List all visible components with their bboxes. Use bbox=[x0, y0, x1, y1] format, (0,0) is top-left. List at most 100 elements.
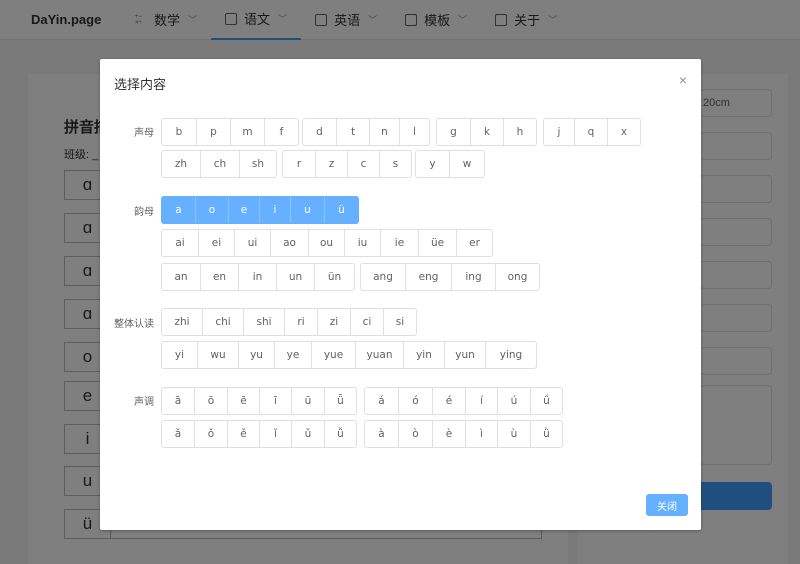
pinyin-button[interactable]: q bbox=[574, 119, 607, 145]
pinyin-button[interactable]: ch bbox=[200, 151, 239, 177]
pinyin-button[interactable]: ě bbox=[227, 421, 259, 447]
pinyin-button[interactable]: ō bbox=[194, 388, 227, 414]
pinyin-button[interactable]: è bbox=[432, 421, 465, 447]
pinyin-button[interactable]: ei bbox=[198, 230, 234, 256]
button-group-initials-g1: bpmf bbox=[161, 118, 299, 146]
pinyin-button[interactable]: ai bbox=[162, 230, 198, 256]
pinyin-button[interactable]: zh bbox=[162, 151, 200, 177]
pinyin-button[interactable]: ē bbox=[227, 388, 259, 414]
pinyin-button[interactable]: é bbox=[432, 388, 465, 414]
pinyin-button[interactable]: ǖ bbox=[324, 388, 356, 414]
pinyin-button[interactable]: d bbox=[303, 119, 336, 145]
pinyin-button[interactable]: yun bbox=[444, 342, 485, 368]
pinyin-button[interactable]: shi bbox=[243, 309, 284, 335]
pinyin-button[interactable]: an bbox=[162, 264, 200, 290]
pinyin-button[interactable]: k bbox=[470, 119, 503, 145]
pinyin-button[interactable]: ǒ bbox=[194, 421, 227, 447]
pinyin-button[interactable]: ang bbox=[361, 264, 405, 290]
pinyin-button[interactable]: c bbox=[347, 151, 379, 177]
pinyin-button[interactable]: s bbox=[379, 151, 411, 177]
pinyin-button[interactable]: ì bbox=[465, 421, 497, 447]
pinyin-button[interactable]: er bbox=[456, 230, 492, 256]
button-group-initials-g3: gkh bbox=[436, 118, 537, 146]
pinyin-button[interactable]: o bbox=[195, 197, 228, 223]
pinyin-button[interactable]: á bbox=[365, 388, 398, 414]
pinyin-button[interactable]: sh bbox=[239, 151, 276, 177]
section-finals-label: 韵母 bbox=[134, 207, 154, 218]
pinyin-button[interactable]: ie bbox=[380, 230, 418, 256]
pinyin-button[interactable]: i bbox=[259, 197, 290, 223]
pinyin-button[interactable]: in bbox=[238, 264, 276, 290]
pinyin-button[interactable]: ǘ bbox=[530, 388, 562, 414]
pinyin-button[interactable]: ú bbox=[497, 388, 530, 414]
pinyin-button[interactable]: x bbox=[607, 119, 640, 145]
pinyin-button[interactable]: g bbox=[437, 119, 470, 145]
pinyin-button[interactable]: ó bbox=[398, 388, 432, 414]
pinyin-button[interactable]: yu bbox=[238, 342, 274, 368]
pinyin-button[interactable]: à bbox=[365, 421, 398, 447]
pinyin-button[interactable]: u bbox=[290, 197, 324, 223]
pinyin-button[interactable]: e bbox=[228, 197, 259, 223]
pinyin-button[interactable]: ui bbox=[234, 230, 270, 256]
pinyin-button[interactable]: zi bbox=[317, 309, 350, 335]
section-tones-label: 声调 bbox=[134, 397, 154, 408]
pinyin-button[interactable]: ci bbox=[350, 309, 383, 335]
pinyin-button[interactable]: yi bbox=[162, 342, 197, 368]
pinyin-button[interactable]: ī bbox=[259, 388, 291, 414]
pinyin-button[interactable]: yuan bbox=[355, 342, 403, 368]
pinyin-button[interactable]: ǎ bbox=[162, 421, 194, 447]
pinyin-button[interactable]: ri bbox=[284, 309, 317, 335]
pinyin-button[interactable]: w bbox=[449, 151, 484, 177]
pinyin-button[interactable]: ü bbox=[324, 197, 358, 223]
pinyin-button[interactable]: si bbox=[383, 309, 416, 335]
button-group-finals-g4: ang eng ing ong bbox=[360, 263, 540, 291]
pinyin-button[interactable]: ǔ bbox=[291, 421, 324, 447]
pinyin-button[interactable]: p bbox=[196, 119, 230, 145]
pinyin-button[interactable]: en bbox=[200, 264, 238, 290]
pinyin-button[interactable]: ye bbox=[274, 342, 311, 368]
pinyin-button[interactable]: ing bbox=[451, 264, 495, 290]
pinyin-button[interactable]: zhi bbox=[162, 309, 202, 335]
pinyin-button[interactable]: ò bbox=[398, 421, 432, 447]
pinyin-button[interactable]: ā bbox=[162, 388, 194, 414]
pinyin-button[interactable]: üe bbox=[418, 230, 456, 256]
pinyin-button[interactable]: ǜ bbox=[530, 421, 562, 447]
pinyin-button[interactable]: wu bbox=[197, 342, 238, 368]
close-icon[interactable]: × bbox=[679, 72, 687, 88]
pinyin-button[interactable]: y bbox=[416, 151, 449, 177]
pinyin-button[interactable]: ou bbox=[308, 230, 344, 256]
button-group-finals-g2: ai ei ui ao ou iu ie üe er bbox=[161, 229, 493, 257]
pinyin-button[interactable]: n bbox=[369, 119, 399, 145]
button-group-tones-g1: āōēīūǖ bbox=[161, 387, 357, 415]
close-button[interactable]: 关闭 bbox=[646, 494, 688, 516]
section-initials-label: 声母 bbox=[134, 128, 154, 139]
pinyin-button[interactable]: ù bbox=[497, 421, 530, 447]
select-content-dialog: 选择内容 × 声母 韵母 整体认读 声调 b p m f d t n l g k h j q x zh ch s… bbox=[100, 59, 701, 530]
pinyin-button[interactable]: h bbox=[503, 119, 536, 145]
pinyin-button[interactable]: ǚ bbox=[324, 421, 356, 447]
pinyin-button[interactable]: ün bbox=[314, 264, 354, 290]
pinyin-button[interactable]: l bbox=[399, 119, 429, 145]
button-group-initials-g2: dtnl bbox=[302, 118, 430, 146]
pinyin-button[interactable]: t bbox=[336, 119, 369, 145]
pinyin-button[interactable]: un bbox=[276, 264, 314, 290]
pinyin-button[interactable]: iu bbox=[344, 230, 380, 256]
pinyin-button[interactable]: chi bbox=[202, 309, 243, 335]
pinyin-button[interactable]: ao bbox=[270, 230, 308, 256]
pinyin-button[interactable]: yin bbox=[403, 342, 444, 368]
pinyin-button[interactable]: ong bbox=[495, 264, 539, 290]
pinyin-button[interactable]: yue bbox=[311, 342, 355, 368]
pinyin-button[interactable]: f bbox=[264, 119, 298, 145]
pinyin-button[interactable]: r bbox=[283, 151, 315, 177]
pinyin-button[interactable]: eng bbox=[405, 264, 451, 290]
pinyin-button[interactable]: a bbox=[162, 197, 195, 223]
pinyin-button[interactable]: ying bbox=[485, 342, 536, 368]
pinyin-button[interactable]: b bbox=[162, 119, 196, 145]
pinyin-button[interactable]: z bbox=[315, 151, 347, 177]
pinyin-button[interactable]: í bbox=[465, 388, 497, 414]
pinyin-button[interactable]: m bbox=[230, 119, 264, 145]
pinyin-button[interactable]: ǐ bbox=[259, 421, 291, 447]
pinyin-button[interactable]: j bbox=[544, 119, 574, 145]
button-group-whole-g1: zhi chi shi ri zi ci si bbox=[161, 308, 417, 336]
pinyin-button[interactable]: ū bbox=[291, 388, 324, 414]
